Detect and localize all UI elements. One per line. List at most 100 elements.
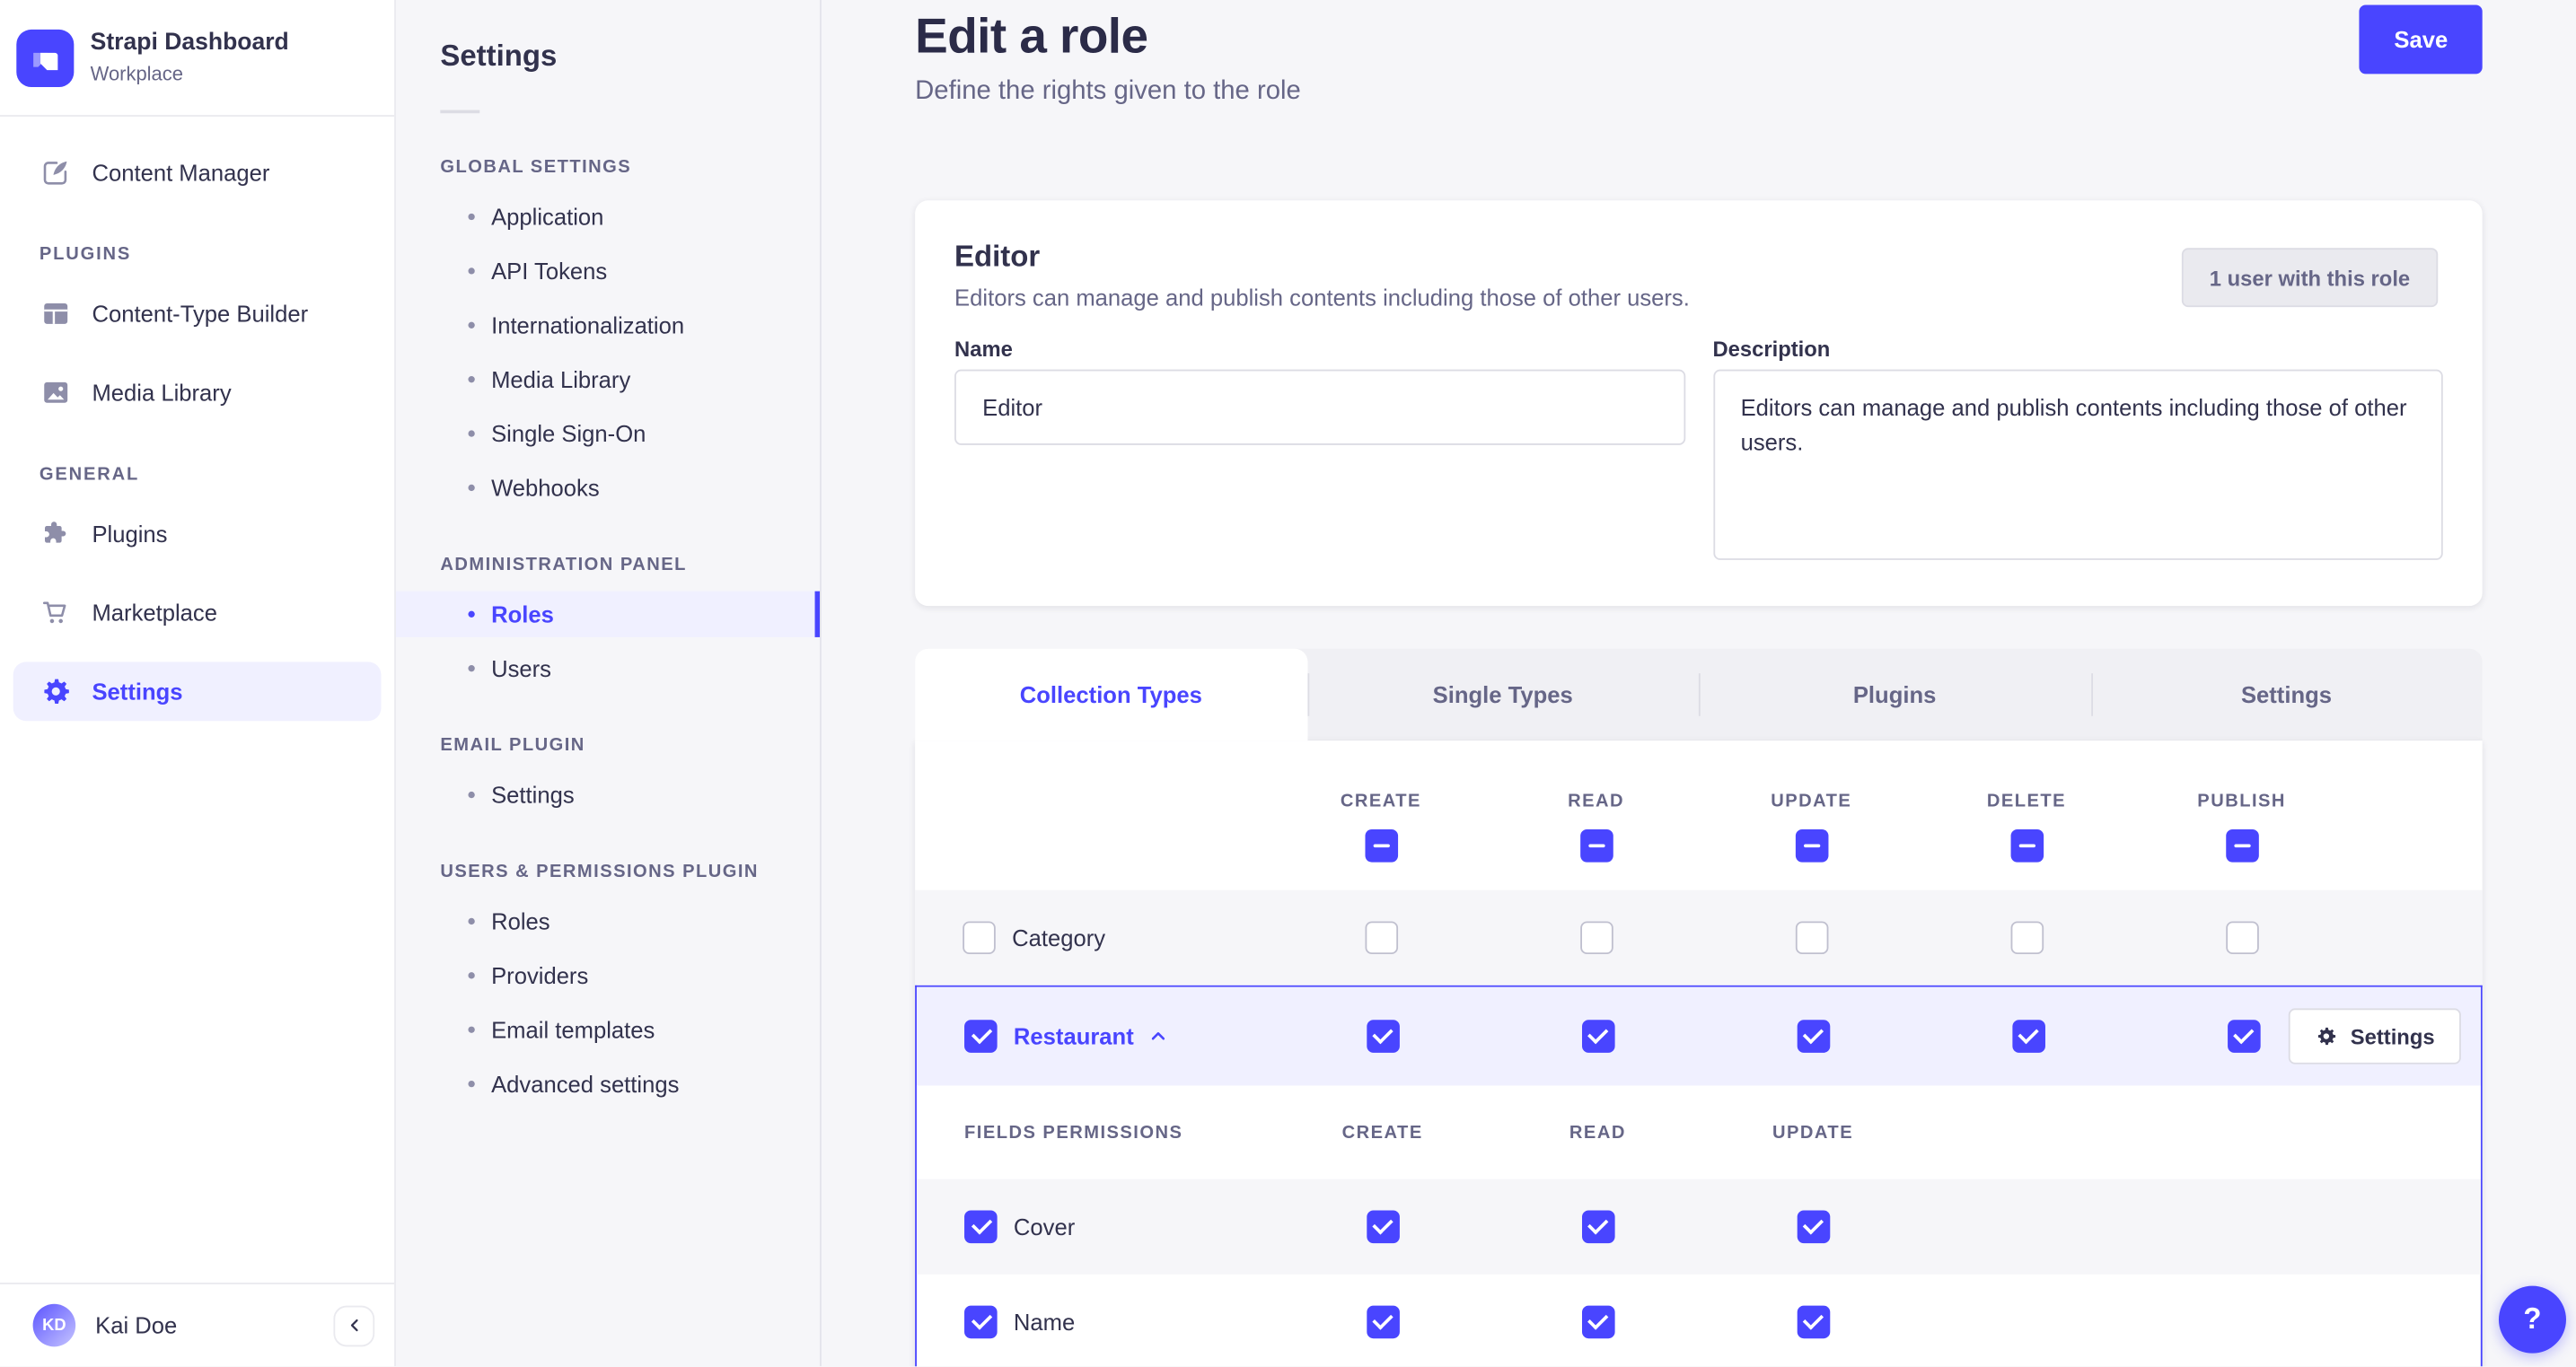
workspace-titles: Strapi Dashboard Workplace bbox=[91, 30, 289, 85]
column-publish: PUBLISH bbox=[2134, 792, 2350, 863]
sidebar-item-label: Plugins bbox=[92, 521, 168, 548]
cart-icon bbox=[40, 596, 73, 629]
name-create-checkbox[interactable] bbox=[1366, 1305, 1399, 1339]
category-read-checkbox[interactable] bbox=[1579, 921, 1613, 955]
category-publish-checkbox[interactable] bbox=[2225, 921, 2258, 955]
subnav-item-application[interactable]: Application bbox=[396, 194, 820, 240]
sidebar-item-label: Media Library bbox=[92, 379, 232, 406]
sidebar-nav: Content Manager PLUGINS Content-Type Bui… bbox=[0, 117, 394, 1283]
role-details-card: Editor Editors can manage and publish co… bbox=[915, 200, 2483, 607]
category-delete-checkbox[interactable] bbox=[2009, 921, 2044, 955]
app-window: Strapi Dashboard Workplace Content Manag… bbox=[0, 0, 2576, 1367]
column-read: READ bbox=[1489, 792, 1704, 863]
page-subtitle: Define the rights given to the role bbox=[915, 76, 1301, 106]
cover-read-checkbox[interactable] bbox=[1581, 1210, 1614, 1244]
layout-icon bbox=[40, 297, 73, 330]
subnav-section-global-settings: GLOBAL SETTINGS bbox=[440, 157, 632, 178]
row-label: Name bbox=[1013, 1309, 1076, 1336]
table-row-cover: Cover bbox=[916, 1179, 2481, 1275]
chevron-left-icon bbox=[344, 1316, 364, 1336]
description-textarea[interactable]: Editors can manage and publish contents … bbox=[1712, 369, 2443, 560]
description-field-label: Description bbox=[1712, 337, 1831, 362]
cover-update-checkbox[interactable] bbox=[1796, 1210, 1830, 1244]
sidebar-item-plugins[interactable]: Plugins bbox=[0, 504, 394, 564]
restaurant-read-checkbox[interactable] bbox=[1581, 1020, 1614, 1053]
category-create-checkbox[interactable] bbox=[1364, 921, 1398, 955]
select-all-publish-checkbox[interactable] bbox=[2225, 828, 2258, 863]
sidebar-item-content-type-builder[interactable]: Content-Type Builder bbox=[0, 285, 394, 344]
fields-permissions-title: FIELDS PERMISSIONS bbox=[964, 1122, 1183, 1143]
restaurant-settings-button[interactable]: Settings bbox=[2288, 1008, 2461, 1065]
name-field-label: Name bbox=[954, 337, 1013, 362]
sidebar-section-plugins: PLUGINS bbox=[39, 244, 132, 265]
name-input[interactable] bbox=[954, 369, 1685, 445]
subnav-list: Application API Tokens Internationalizat… bbox=[396, 194, 820, 511]
subnav-item-roles[interactable]: Roles bbox=[395, 591, 821, 637]
subnav-list: Roles Providers Email templates Advanced… bbox=[396, 898, 820, 1107]
select-all-update-checkbox[interactable] bbox=[1794, 828, 1828, 863]
description-field-group: Description Editors can manage and publi… bbox=[1712, 337, 2443, 568]
restaurant-expanded-group: Restaurant Settings FIELDS PERMISSIONS C… bbox=[915, 985, 2483, 1367]
sidebar-item-media-library[interactable]: Media Library bbox=[0, 363, 394, 422]
sidebar-item-settings[interactable]: Settings bbox=[13, 662, 382, 722]
cover-row-checkbox[interactable] bbox=[964, 1210, 998, 1244]
subnav-list: Roles Users bbox=[395, 591, 821, 692]
sidebar-collapse-button[interactable] bbox=[333, 1304, 375, 1346]
subnav-item-internationalization[interactable]: Internationalization bbox=[396, 302, 820, 348]
save-button[interactable]: Save bbox=[2359, 4, 2483, 74]
name-field-group: Name bbox=[954, 337, 1685, 445]
fields-column-create: CREATE bbox=[1341, 1122, 1423, 1143]
main-sidebar: Strapi Dashboard Workplace Content Manag… bbox=[0, 0, 396, 1367]
subnav-item-webhooks[interactable]: Webhooks bbox=[396, 465, 820, 511]
restaurant-publish-checkbox[interactable] bbox=[2227, 1020, 2260, 1053]
name-read-checkbox[interactable] bbox=[1581, 1305, 1614, 1339]
name-row-checkbox[interactable] bbox=[964, 1305, 998, 1339]
sidebar-item-content-manager[interactable]: Content Manager bbox=[0, 143, 394, 202]
subnav-item-email-templates[interactable]: Email templates bbox=[396, 1007, 820, 1053]
user-name: Kai Doe bbox=[95, 1311, 178, 1339]
tab-plugins[interactable]: Plugins bbox=[1698, 649, 2090, 740]
name-update-checkbox[interactable] bbox=[1796, 1305, 1830, 1339]
category-update-checkbox[interactable] bbox=[1794, 921, 1828, 955]
sidebar-item-marketplace[interactable]: Marketplace bbox=[0, 583, 394, 643]
subnav-item-providers[interactable]: Providers bbox=[396, 952, 820, 998]
avatar: KD bbox=[32, 1303, 76, 1347]
strapi-logo-icon bbox=[16, 29, 75, 87]
restaurant-create-checkbox[interactable] bbox=[1366, 1020, 1399, 1053]
puzzle-icon bbox=[40, 517, 73, 550]
subnav-item-up-roles[interactable]: Roles bbox=[396, 898, 820, 944]
tab-single-types[interactable]: Single Types bbox=[1306, 649, 1699, 740]
category-row-checkbox[interactable] bbox=[963, 921, 996, 955]
restaurant-delete-checkbox[interactable] bbox=[2011, 1020, 2045, 1053]
cover-create-checkbox[interactable] bbox=[1366, 1210, 1399, 1244]
subnav-item-users[interactable]: Users bbox=[396, 645, 820, 691]
subnav-section-administration-panel: ADMINISTRATION PANEL bbox=[440, 555, 687, 575]
tab-settings[interactable]: Settings bbox=[2090, 649, 2482, 740]
select-all-create-checkbox[interactable] bbox=[1364, 828, 1398, 863]
subnav-item-email-settings[interactable]: Settings bbox=[396, 772, 820, 818]
tab-collection-types[interactable]: Collection Types bbox=[915, 648, 1307, 741]
subnav-item-media-library[interactable]: Media Library bbox=[396, 356, 820, 402]
permissions-header-row: CREATE READ UPDATE DELETE PUBLISH bbox=[915, 740, 2483, 890]
app-title: Strapi Dashboard bbox=[90, 30, 289, 57]
restaurant-row-checkbox[interactable] bbox=[964, 1020, 998, 1053]
subnav-item-api-tokens[interactable]: API Tokens bbox=[396, 248, 820, 294]
row-label[interactable]: Category bbox=[1012, 924, 1105, 951]
role-form: Name Description Editors can manage and … bbox=[954, 337, 2443, 568]
question-mark-icon: ? bbox=[2523, 1301, 2542, 1336]
column-update: UPDATE bbox=[1703, 792, 1919, 863]
restaurant-update-checkbox[interactable] bbox=[1796, 1020, 1830, 1053]
restaurant-expand-toggle[interactable]: Restaurant bbox=[1014, 1023, 1170, 1049]
select-all-delete-checkbox[interactable] bbox=[2009, 828, 2044, 863]
select-all-read-checkbox[interactable] bbox=[1579, 828, 1613, 863]
gear-icon bbox=[2315, 1025, 2338, 1048]
workspace-header[interactable]: Strapi Dashboard Workplace bbox=[0, 0, 395, 117]
help-button[interactable]: ? bbox=[2498, 1285, 2566, 1354]
subnav-item-single-sign-on[interactable]: Single Sign-On bbox=[396, 410, 820, 456]
subnav-item-advanced-settings[interactable]: Advanced settings bbox=[396, 1061, 820, 1107]
page-title: Edit a role bbox=[915, 9, 1148, 65]
sidebar-section-general: GENERAL bbox=[39, 464, 140, 485]
users-with-role-button[interactable]: 1 user with this role bbox=[2181, 248, 2439, 308]
subnav-section-users-permissions-plugin: USERS & PERMISSIONS PLUGIN bbox=[440, 862, 759, 882]
subnav-title: Settings bbox=[440, 39, 558, 73]
